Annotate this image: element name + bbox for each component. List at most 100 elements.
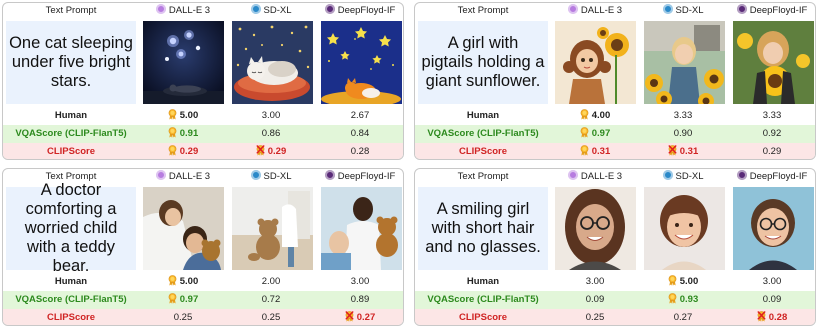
medal-icon bbox=[580, 109, 589, 120]
generated-image-doctor-hugging-child bbox=[143, 187, 224, 270]
metric-label: CLIPScore bbox=[458, 146, 508, 157]
sdxl-icon bbox=[250, 170, 261, 180]
model-header: SD-XL bbox=[227, 169, 315, 185]
crossed-medal-icon bbox=[256, 145, 265, 156]
model-header: DALL-E 3 bbox=[139, 3, 227, 19]
generated-image-cartoon-girl-sunflower bbox=[555, 21, 636, 104]
score-cell: 0.27 bbox=[639, 309, 727, 325]
model-header: DALL-E 3 bbox=[551, 3, 639, 19]
medal-icon bbox=[168, 109, 177, 120]
score-cell: 5.00 bbox=[639, 273, 727, 291]
score-value: 4.00 bbox=[591, 110, 611, 121]
generated-image-night-sky-cat bbox=[143, 21, 224, 104]
dalle-icon bbox=[155, 170, 166, 180]
medal-icon bbox=[668, 293, 677, 304]
metric-label: CLIPScore bbox=[458, 312, 508, 323]
model-name: DeepFloyd-IF bbox=[337, 171, 396, 182]
score-cell: 3.33 bbox=[639, 107, 727, 125]
score-value: 0.25 bbox=[173, 312, 193, 323]
score-row-vqa: VQAScore (CLIP-FlanT5) 0.97 0.72 0.89 bbox=[3, 291, 403, 309]
deepfloyd-icon bbox=[736, 4, 747, 14]
deepfloyd-icon bbox=[736, 170, 747, 180]
score-cell: 3.00 bbox=[227, 107, 315, 125]
score-value: 3.00 bbox=[585, 276, 605, 287]
crossed-medal-icon bbox=[668, 145, 677, 156]
score-value: 0.09 bbox=[762, 294, 782, 305]
score-row-vqa: VQAScore (CLIP-FlanT5) 0.91 0.86 0.84 bbox=[3, 125, 403, 143]
model-header: SD-XL bbox=[227, 3, 315, 19]
model-name: SD-XL bbox=[675, 5, 704, 16]
sdxl-icon bbox=[662, 170, 673, 180]
generated-image-woman-with-glasses bbox=[733, 187, 814, 270]
text-prompt: A smiling girl with short hair and no gl… bbox=[418, 187, 548, 270]
score-value: 3.00 bbox=[350, 276, 370, 287]
score-cell: 0.31 bbox=[551, 143, 639, 159]
score-cell: 0.72 bbox=[227, 291, 315, 309]
score-value: 0.97 bbox=[179, 294, 199, 305]
score-value: 3.00 bbox=[762, 276, 782, 287]
medal-icon bbox=[168, 145, 177, 156]
score-value: 0.93 bbox=[679, 294, 699, 305]
score-row-human: Human 4.00 3.33 3.33 bbox=[415, 107, 815, 125]
score-value: 0.27 bbox=[356, 312, 376, 323]
generated-image-girl-with-glasses bbox=[555, 187, 636, 270]
score-cell: 0.25 bbox=[551, 309, 639, 325]
deepfloyd-icon bbox=[324, 4, 335, 14]
score-value: 0.86 bbox=[261, 128, 281, 139]
score-value: 0.92 bbox=[762, 128, 782, 139]
score-row-clip: CLIPScore 0.25 0.25 0.27 bbox=[3, 309, 403, 325]
score-value: 2.00 bbox=[261, 276, 281, 287]
generated-image-girl-holding-sunflower bbox=[733, 21, 814, 104]
model-name: DALL-E 3 bbox=[168, 171, 211, 182]
score-value: 0.25 bbox=[261, 312, 281, 323]
score-cell: 0.29 bbox=[727, 143, 815, 159]
panel-header: Text Prompt DALL-E 3 SD-XL DeepFloyd-IF bbox=[415, 169, 815, 185]
score-value: 5.00 bbox=[179, 276, 199, 287]
score-row-human: Human 5.00 3.00 2.67 bbox=[3, 107, 403, 125]
score-value: 0.31 bbox=[679, 146, 699, 157]
generated-image-child-with-teddy bbox=[321, 187, 402, 270]
score-value: 0.29 bbox=[179, 146, 199, 157]
model-name: DeepFloyd-IF bbox=[337, 5, 396, 16]
panel-header: Text Prompt DALL-E 3 SD-XL DeepFloyd-IF bbox=[3, 3, 403, 19]
score-cell: 0.91 bbox=[139, 125, 227, 143]
score-row-human: Human 5.00 2.00 3.00 bbox=[3, 273, 403, 291]
dalle-icon bbox=[567, 4, 578, 14]
metric-label: VQAScore (CLIP-FlanT5) bbox=[427, 294, 539, 305]
score-value: 0.97 bbox=[591, 128, 611, 139]
generated-image-fox-under-stars bbox=[321, 21, 402, 104]
metric-label: VQAScore (CLIP-FlanT5) bbox=[427, 128, 539, 139]
score-cell: 0.89 bbox=[315, 291, 403, 309]
score-value: 0.09 bbox=[585, 294, 605, 305]
score-cell: 0.25 bbox=[227, 309, 315, 325]
score-row-clip: CLIPScore 0.31 0.31 0.29 bbox=[415, 143, 815, 159]
score-row-clip: CLIPScore 0.25 0.27 0.28 bbox=[415, 309, 815, 325]
text-prompt: One cat sleeping under five bright stars… bbox=[6, 21, 136, 104]
score-cell: 0.97 bbox=[139, 291, 227, 309]
medal-icon bbox=[580, 145, 589, 156]
score-cell: 2.00 bbox=[227, 273, 315, 291]
metric-label: VQAScore (CLIP-FlanT5) bbox=[15, 128, 127, 139]
score-cell: 0.86 bbox=[227, 125, 315, 143]
score-cell: 0.29 bbox=[139, 143, 227, 159]
score-cell: 0.97 bbox=[551, 125, 639, 143]
generated-image-girl-short-hair bbox=[644, 187, 725, 270]
score-value: 0.29 bbox=[267, 146, 287, 157]
generated-image-teddy-on-floor bbox=[232, 187, 313, 270]
score-cell: 0.28 bbox=[315, 143, 403, 159]
sdxl-icon bbox=[662, 4, 673, 14]
score-value: 0.90 bbox=[673, 128, 693, 139]
score-value: 5.00 bbox=[679, 276, 699, 287]
medal-icon bbox=[168, 275, 177, 286]
crossed-medal-icon bbox=[345, 311, 354, 322]
score-cell: 3.00 bbox=[551, 273, 639, 291]
score-value: 0.25 bbox=[585, 312, 605, 323]
medal-icon bbox=[168, 293, 177, 304]
score-value: 2.67 bbox=[350, 110, 370, 121]
metric-label: Human bbox=[466, 110, 500, 121]
score-cell: 0.93 bbox=[639, 291, 727, 309]
comparison-panel-2: Text Prompt DALL-E 3 SD-XL DeepFloyd-IF A gi… bbox=[414, 2, 816, 160]
model-name: DALL-E 3 bbox=[580, 171, 623, 182]
score-cell: 0.92 bbox=[727, 125, 815, 143]
text-prompt-header: Text Prompt bbox=[45, 5, 97, 16]
